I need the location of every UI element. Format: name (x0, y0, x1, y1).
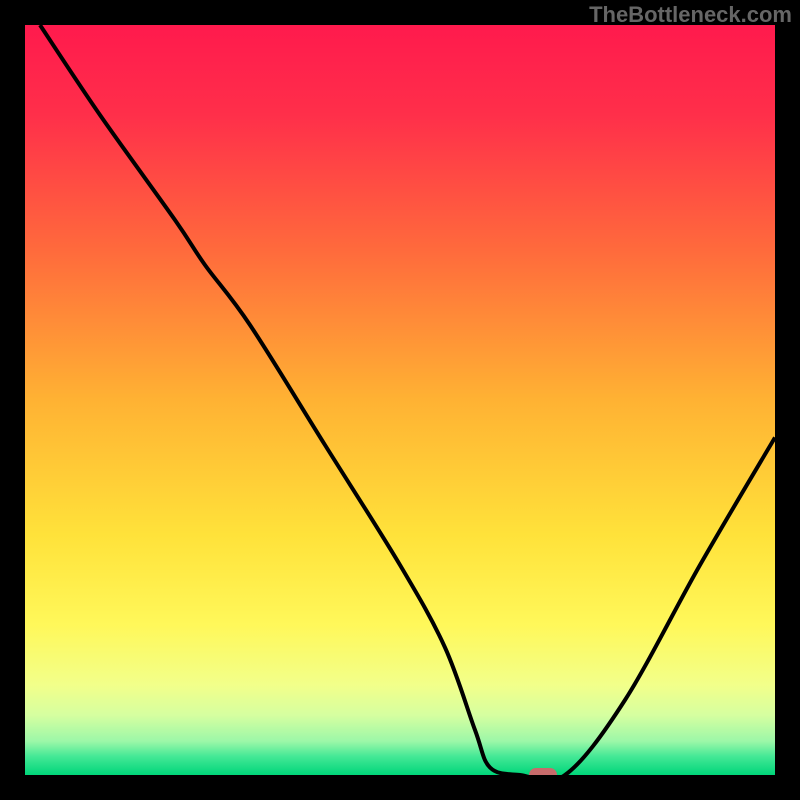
bottleneck-curve (25, 25, 775, 775)
curve-path (40, 25, 775, 775)
optimal-marker (529, 768, 557, 775)
chart-plot-area (25, 25, 775, 775)
watermark: TheBottleneck.com (589, 2, 792, 28)
